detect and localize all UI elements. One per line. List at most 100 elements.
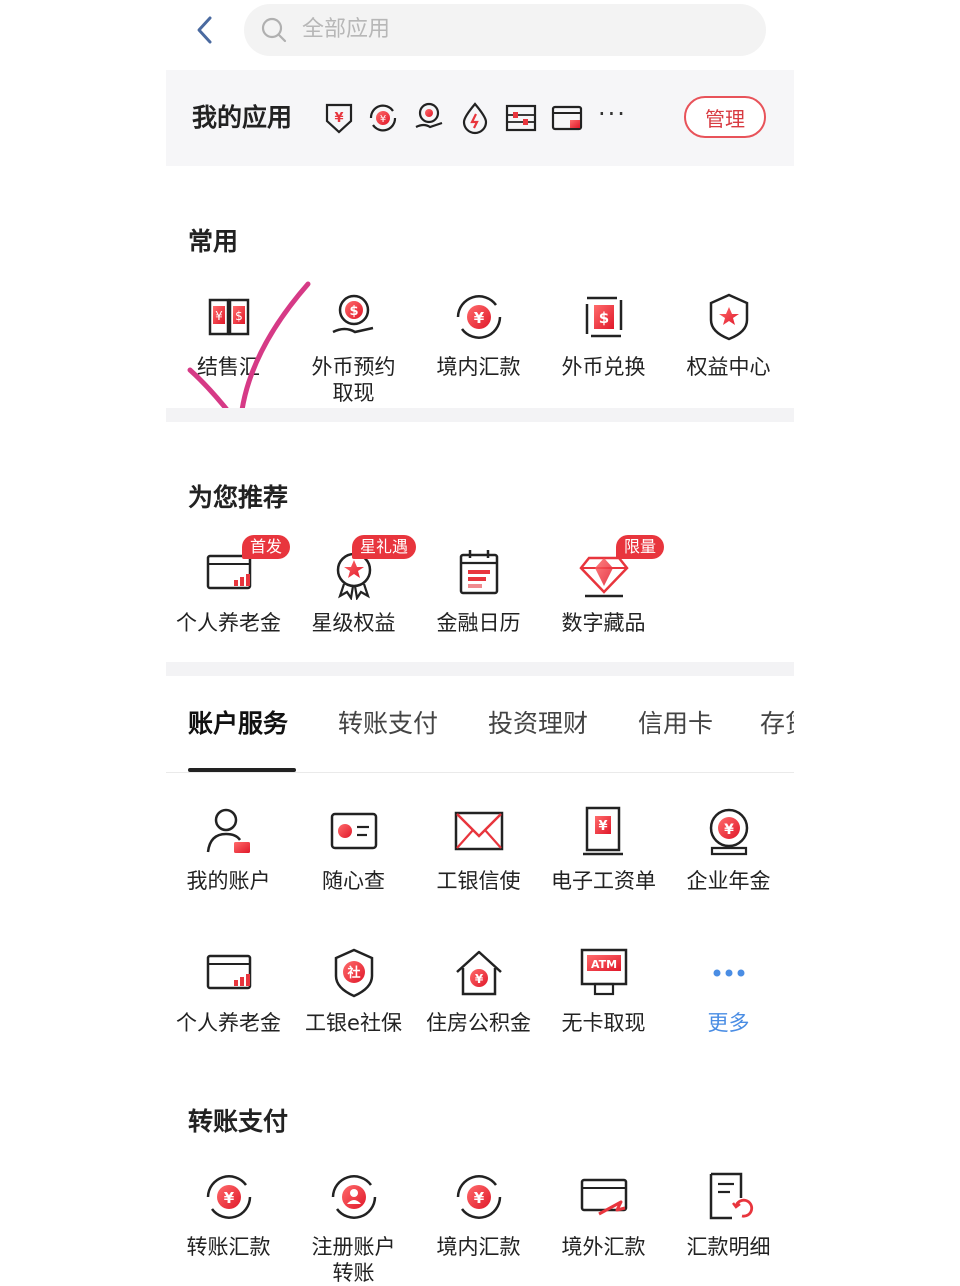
app-label: 境外汇款 xyxy=(561,1235,646,1259)
more-apps-dots[interactable]: ··· xyxy=(598,100,627,128)
app-domestic-remit[interactable]: ¥ 境内汇款 xyxy=(416,290,541,380)
app-digital-collectibles[interactable]: 数字藏品 xyxy=(541,546,666,636)
badge-star-gift: 星礼遇 xyxy=(352,535,417,559)
more-dots-icon xyxy=(713,969,744,977)
svg-text:¥: ¥ xyxy=(334,111,343,126)
card-icon[interactable] xyxy=(550,101,584,135)
app-transfer-remit[interactable]: ¥ 转账汇款 xyxy=(166,1170,291,1260)
envelope-icon xyxy=(454,811,503,851)
svg-text:$: $ xyxy=(349,304,358,319)
calendar-icon xyxy=(459,550,498,595)
app-registered-account-transfer[interactable]: 注册账户 转账 xyxy=(291,1170,416,1286)
atm-icon: ATM xyxy=(580,948,627,996)
app-cardless-withdraw[interactable]: ATM 无卡取现 xyxy=(541,946,666,1036)
app-label: 企业年金 xyxy=(686,869,771,893)
tab-divider xyxy=(166,772,794,773)
hand-coin-icon[interactable] xyxy=(412,101,446,135)
tab-investment[interactable]: 投资理财 xyxy=(488,704,588,740)
tab-deposit-loan[interactable]: 存贷 xyxy=(760,704,794,740)
my-apps-title: 我的应用 xyxy=(192,103,293,132)
app-label: 无卡取现 xyxy=(561,1011,646,1035)
svg-text:¥: ¥ xyxy=(223,1189,234,1207)
app-label: 金融日历 xyxy=(436,611,521,635)
app-label: 随心查 xyxy=(322,869,385,893)
back-button[interactable] xyxy=(186,10,226,50)
category-tabs: 账户服务 转账支付 投资理财 信用卡 存贷 xyxy=(166,690,794,760)
svg-text:¥: ¥ xyxy=(473,309,484,327)
social-security-shield-icon: 社 xyxy=(334,948,373,998)
app-label: 权益中心 xyxy=(686,355,771,379)
svg-text:¥: ¥ xyxy=(474,972,483,986)
app-label: 境内汇款 xyxy=(436,1235,521,1259)
app-label: 汇款明细 xyxy=(686,1235,771,1259)
user-card-icon xyxy=(206,808,250,853)
app-label: 工银e社保 xyxy=(305,1011,402,1035)
app-suixincha[interactable]: 随心查 xyxy=(291,804,416,894)
transfer-section-title: 转账支付 xyxy=(188,1107,289,1136)
tab-credit-card[interactable]: 信用卡 xyxy=(638,704,713,740)
receipt-refresh-icon xyxy=(709,1172,753,1220)
app-personal-pension-2[interactable]: 个人养老金 xyxy=(166,946,291,1036)
section-divider xyxy=(166,662,794,676)
star-shield-icon xyxy=(709,293,748,341)
app-label: 个人养老金 xyxy=(176,1011,281,1035)
search-bar[interactable]: 全部应用 xyxy=(244,4,766,56)
svg-text:社: 社 xyxy=(346,965,360,981)
app-currency-exchange[interactable]: $ 外币兑换 xyxy=(541,290,666,380)
app-more[interactable]: 更多 xyxy=(666,946,791,1036)
app-domestic-remit-2[interactable]: ¥ 境内汇款 xyxy=(416,1170,541,1260)
app-foreign-cash-reserve[interactable]: $ 外币预约 取现 xyxy=(291,290,416,406)
id-card-icon xyxy=(330,812,377,850)
yuan-transfer-icon: ¥ xyxy=(456,1175,501,1219)
app-icbc-messenger[interactable]: 工银信使 xyxy=(416,804,541,894)
app-enterprise-annuity[interactable]: ¥ 企业年金 xyxy=(666,804,791,894)
yuan-transfer-icon: ¥ xyxy=(206,1175,251,1219)
yuan-exchange-icon[interactable]: ¥ xyxy=(366,101,400,135)
yuan-transfer-icon: ¥ xyxy=(456,295,501,339)
water-drop-icon[interactable] xyxy=(458,101,492,135)
app-label: 外币预约 取现 xyxy=(311,355,396,405)
my-apps-bar: 我的应用 ¥ ¥ ··· 管理 xyxy=(166,70,794,166)
app-label: 外币兑换 xyxy=(561,355,646,379)
pension-card-icon xyxy=(206,954,251,990)
app-personal-pension[interactable]: 个人养老金 xyxy=(166,546,291,636)
card-send-icon xyxy=(580,1178,627,1216)
yuan-globe-icon: ¥ xyxy=(709,808,748,856)
app-overseas-remit[interactable]: 境外汇款 xyxy=(541,1170,666,1260)
app-label: 电子工资单 xyxy=(551,869,656,893)
app-e-social-security[interactable]: 社 工银e社保 xyxy=(291,946,416,1036)
app-housing-fund[interactable]: ¥ 住房公积金 xyxy=(416,946,541,1036)
svg-text:¥: ¥ xyxy=(473,1189,484,1207)
dollar-exchange-icon: $ xyxy=(585,296,622,338)
app-remit-details[interactable]: 汇款明细 xyxy=(666,1170,791,1260)
app-star-rights[interactable]: 星级权益 xyxy=(291,546,416,636)
app-my-account[interactable]: 我的账户 xyxy=(166,804,291,894)
chevron-left-icon xyxy=(197,16,212,44)
app-label: 数字藏品 xyxy=(561,611,646,635)
svg-text:¥: ¥ xyxy=(724,822,734,838)
manage-button[interactable]: 管理 xyxy=(684,96,766,138)
app-e-payslip[interactable]: ¥ 电子工资单 xyxy=(541,804,666,894)
app-label: 个人养老金 xyxy=(176,611,281,635)
app-finance-calendar[interactable]: 金融日历 xyxy=(416,546,541,636)
search-icon xyxy=(261,17,287,43)
app-label: 结售汇 xyxy=(197,355,260,379)
svg-text:¥: ¥ xyxy=(598,819,607,834)
dollar-hand-icon: $ xyxy=(331,294,373,334)
app-rights-center[interactable]: 权益中心 xyxy=(666,290,791,380)
currency-exchange-icon: ¥ $ xyxy=(208,298,249,336)
tab-transfer-pay[interactable]: 转账支付 xyxy=(338,704,438,740)
app-jieshouhui[interactable]: ¥ $ 结售汇 xyxy=(166,290,291,380)
yuan-shield-icon[interactable]: ¥ xyxy=(322,101,356,135)
user-transfer-icon xyxy=(331,1175,376,1219)
svg-text:¥: ¥ xyxy=(380,114,386,125)
app-label: 转账汇款 xyxy=(186,1235,271,1259)
svg-text:ATM: ATM xyxy=(590,958,616,971)
app-label: 更多 xyxy=(707,1011,750,1035)
abacus-icon[interactable] xyxy=(504,101,538,135)
app-label: 注册账户 转账 xyxy=(311,1235,396,1285)
app-label: 境内汇款 xyxy=(436,355,521,379)
svg-text:$: $ xyxy=(235,309,243,323)
tab-account-service[interactable]: 账户服务 xyxy=(188,704,288,740)
payslip-icon: ¥ xyxy=(582,806,623,856)
